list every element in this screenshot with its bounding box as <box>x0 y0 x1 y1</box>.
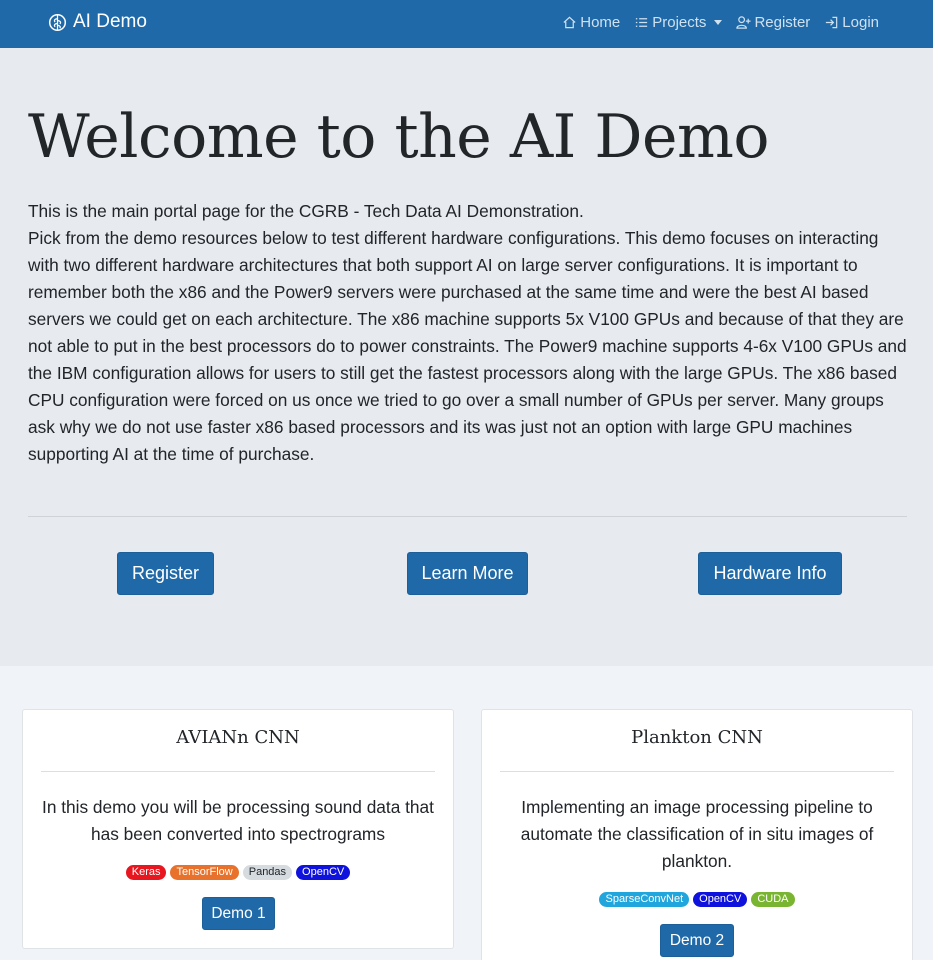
login-icon <box>826 16 838 29</box>
card-divider <box>500 771 894 772</box>
hardware-info-button[interactable]: Hardware Info <box>698 552 842 595</box>
brand-label: AI Demo <box>73 11 147 32</box>
hero-section: Welcome to the AI Demo This is the main … <box>0 48 933 666</box>
chevron-down-icon <box>714 20 723 25</box>
card-description: In this demo you will be processing soun… <box>42 797 434 844</box>
nav-projects-dropdown[interactable]: Projects <box>634 14 723 31</box>
nav-links: Home Projects Register Login <box>562 14 879 31</box>
card-divider <box>41 771 435 772</box>
badge-pandas: Pandas <box>242 865 293 880</box>
nav-home[interactable]: Home <box>562 14 620 31</box>
nav-projects-label: Projects <box>652 14 707 31</box>
hero-description: This is the main portal page for the CGR… <box>28 198 908 468</box>
list-icon <box>636 18 648 27</box>
register-button[interactable]: Register <box>117 552 214 595</box>
badge-cuda: CUDA <box>751 892 795 907</box>
brand-link[interactable]: AI Demo <box>48 11 147 33</box>
demo-2-button[interactable]: Demo 2 <box>660 924 734 957</box>
navbar: AI Demo Home Projects Register Login <box>0 0 933 48</box>
page-title: Welcome to the AI Demo <box>28 102 770 172</box>
demo-card-plankton: Plankton CNN Implementing an image proce… <box>481 709 913 960</box>
hero-details: Pick from the demo resources below to te… <box>28 228 907 464</box>
card-description: Implementing an image processing pipelin… <box>520 797 874 871</box>
nav-register-label: Register <box>754 14 811 31</box>
nav-login-label: Login <box>842 14 879 31</box>
nav-register[interactable]: Register <box>736 14 810 31</box>
tech-badges: Keras TensorFlow Pandas OpenCV <box>23 865 453 880</box>
home-icon <box>563 16 576 29</box>
badge-tensorflow: TensorFlow <box>170 865 239 880</box>
learn-more-button[interactable]: Learn More <box>407 552 528 595</box>
badge-keras: Keras <box>125 865 167 880</box>
tech-badges: SparseConvNet OpenCV CUDA <box>482 892 912 907</box>
hero-divider <box>28 516 907 517</box>
nav-login[interactable]: Login <box>824 14 879 31</box>
brain-icon <box>48 13 67 31</box>
demo-card-avian: AVIANn CNN In this demo you will be proc… <box>22 709 454 949</box>
nav-home-label: Home <box>580 14 621 31</box>
card-title: AVIANn CNN <box>176 727 300 748</box>
hero-intro: This is the main portal page for the CGR… <box>28 201 584 221</box>
card-title: Plankton CNN <box>631 727 763 748</box>
user-plus-icon <box>736 16 751 29</box>
badge-opencv: OpenCV <box>693 892 748 907</box>
demo-1-button[interactable]: Demo 1 <box>202 897 275 930</box>
badge-opencv: OpenCV <box>296 865 351 880</box>
badge-sparseconvnet: SparseConvNet <box>599 892 690 907</box>
